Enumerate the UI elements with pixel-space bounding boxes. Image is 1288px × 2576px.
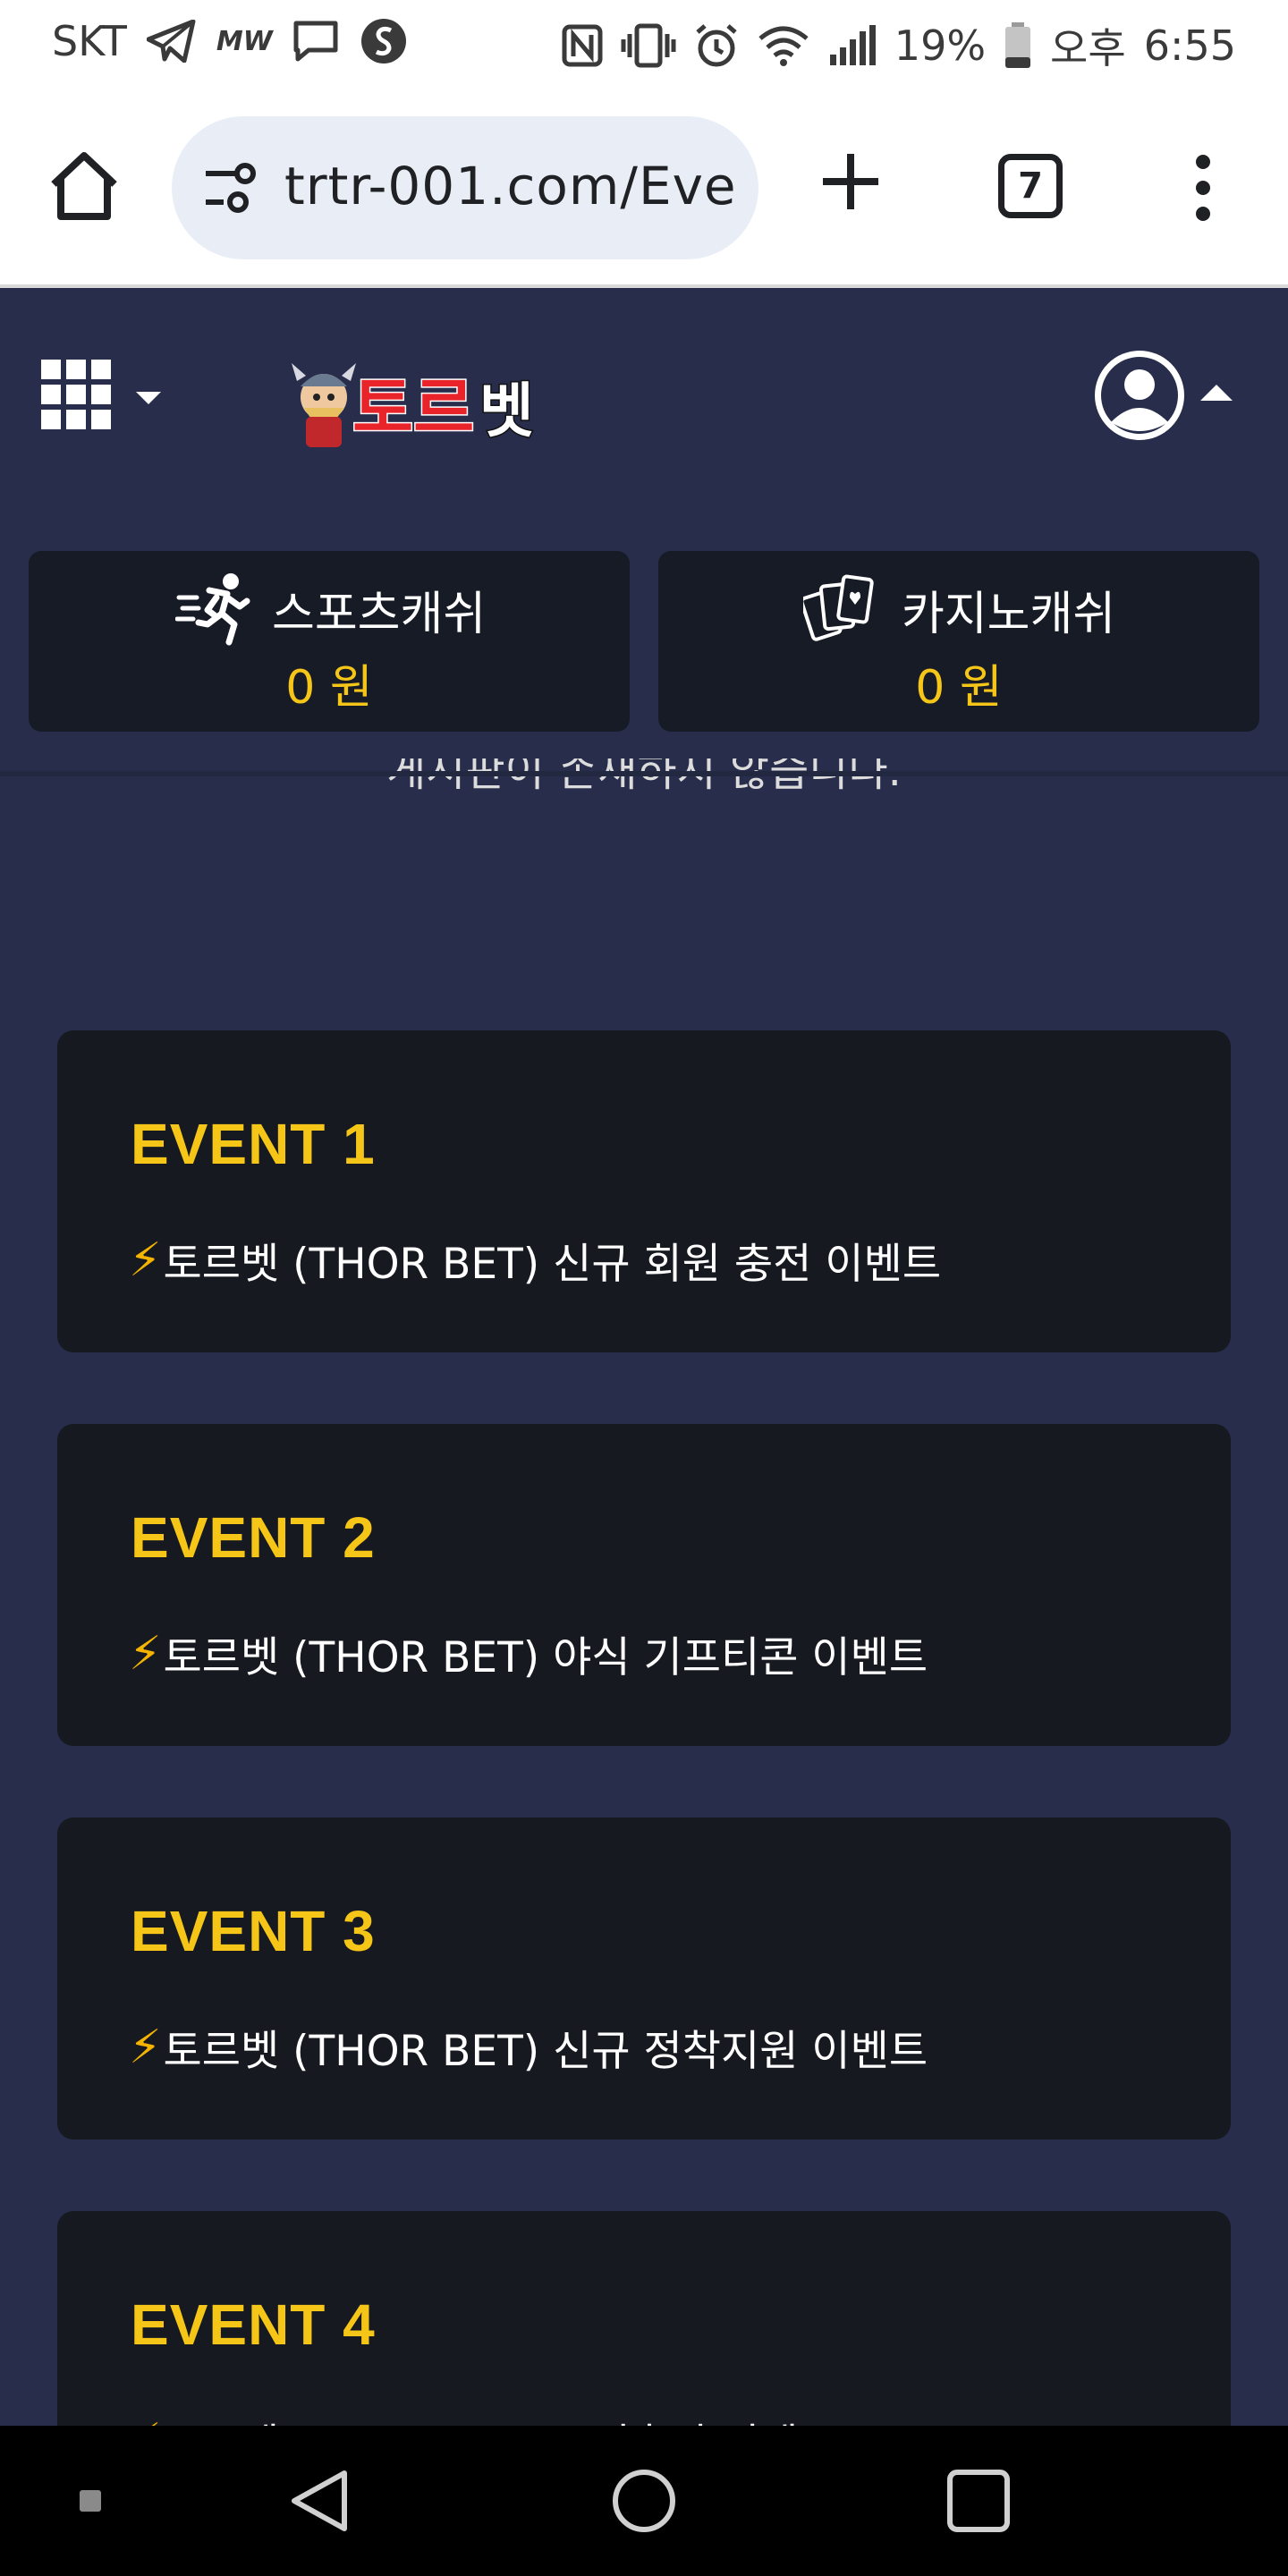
alarm-icon: [694, 23, 739, 68]
status-left: SKT MW: [52, 16, 409, 66]
event-card[interactable]: EVENT 3 ⚡ 토르벳 (THOR BET) 신규 정착지원 이벤트: [57, 1818, 1231, 2140]
caret-down-icon: [136, 392, 161, 404]
sports-cash-card[interactable]: 스포츠캐쉬 0 원: [29, 551, 630, 732]
event-title: EVENT 4: [131, 2292, 376, 2357]
time-label: 6:55: [1143, 21, 1236, 70]
casino-cash-value: 0 원: [915, 661, 1003, 715]
ampm-label: 오후: [1050, 24, 1126, 72]
user-menu-button[interactable]: [1091, 347, 1236, 444]
casino-cash-label: 카지노캐쉬: [902, 588, 1116, 641]
runner-icon: [175, 573, 250, 646]
tab-count: 7: [1018, 165, 1043, 207]
logo[interactable]: 토르 벳: [288, 354, 556, 453]
event-card[interactable]: EVENT 2 ⚡ 토르벳 (THOR BET) 야식 기프티콘 이벤트: [57, 1424, 1231, 1746]
lightning-icon: ⚡: [129, 2020, 162, 2074]
url-text[interactable]: trtr-001.com/Eve: [284, 156, 737, 216]
new-tab-icon[interactable]: [819, 150, 882, 213]
cards-icon: [803, 574, 874, 641]
event-text: 토르벳 (THOR BET) 신규 정착지원 이벤트: [163, 2027, 928, 2076]
more-vert-icon[interactable]: [1190, 154, 1216, 222]
telegram-icon: [146, 20, 197, 63]
wifi-icon: [757, 24, 810, 67]
event-title: EVENT 1: [131, 1112, 376, 1176]
caret-up-icon: [1200, 385, 1233, 401]
sports-cash-label: 스포츠캐쉬: [272, 588, 487, 641]
event-text: 토르벳 (THOR BET) 신규 회원 충전 이벤트: [163, 1240, 942, 1289]
home-nav-icon[interactable]: [608, 2465, 680, 2537]
status-right: 19% 오후 6:55: [562, 16, 1236, 75]
signal-icon: [828, 24, 877, 67]
back-icon[interactable]: [283, 2465, 354, 2537]
battery-icon: [1004, 21, 1032, 70]
status-bar: SKT MW 19% 오후 6:55: [0, 0, 1288, 89]
divider: [0, 771, 1288, 776]
casino-cash-card[interactable]: 카지노캐쉬 0 원: [658, 551, 1259, 732]
tabs-icon[interactable]: 7: [998, 154, 1063, 218]
logo-text: 벳: [479, 377, 534, 445]
browser-toolbar: trtr-001.com/Eve 7: [0, 89, 1288, 288]
carrier-label: SKT: [52, 17, 127, 65]
sports-cash-value: 0 원: [285, 661, 373, 715]
event-card[interactable]: EVENT 1 ⚡ 토르벳 (THOR BET) 신규 회원 충전 이벤트: [57, 1030, 1231, 1352]
url-bar[interactable]: trtr-001.com/Eve: [172, 116, 758, 259]
lightning-icon: ⚡: [129, 1233, 162, 1287]
svg-text:토르: 토르: [352, 370, 474, 447]
event-title: EVENT 3: [131, 1899, 376, 1963]
vibrate-icon: [621, 23, 676, 68]
assistant-dot-icon[interactable]: [79, 2465, 102, 2537]
event-description[interactable]: ⚡ 토르벳 (THOR BET) 신규 회원 충전 이벤트: [129, 1229, 941, 1291]
s-icon: [359, 16, 409, 66]
battery-percent: 19%: [894, 21, 987, 70]
home-icon[interactable]: [47, 148, 122, 224]
recents-icon[interactable]: [943, 2465, 1014, 2537]
lightning-icon: ⚡: [129, 1626, 162, 1681]
event-title: EVENT 2: [131, 1505, 376, 1570]
notice-text: 게시판이 존재하지 않습니다.: [386, 758, 902, 796]
system-navigation-bar: [0, 2426, 1288, 2576]
event-description[interactable]: ⚡ 토르벳 (THOR BET) 신규 정착지원 이벤트: [129, 2016, 928, 2078]
site-settings-icon[interactable]: [202, 161, 259, 215]
grid-menu-icon[interactable]: [41, 360, 166, 440]
message-icon: [292, 20, 339, 63]
event-description[interactable]: ⚡ 토르벳 (THOR BET) 야식 기프티콘 이벤트: [129, 1623, 928, 1684]
event-text: 토르벳 (THOR BET) 야식 기프티콘 이벤트: [163, 1633, 928, 1682]
nfc-icon: [562, 24, 603, 67]
grid-menu-button[interactable]: [41, 360, 166, 440]
mw-icon: MW: [216, 25, 273, 57]
site-header: 토르 벳 스포츠캐쉬 0 원 카지노캐쉬 0 원: [0, 292, 1288, 771]
user-icon: [1095, 351, 1184, 440]
